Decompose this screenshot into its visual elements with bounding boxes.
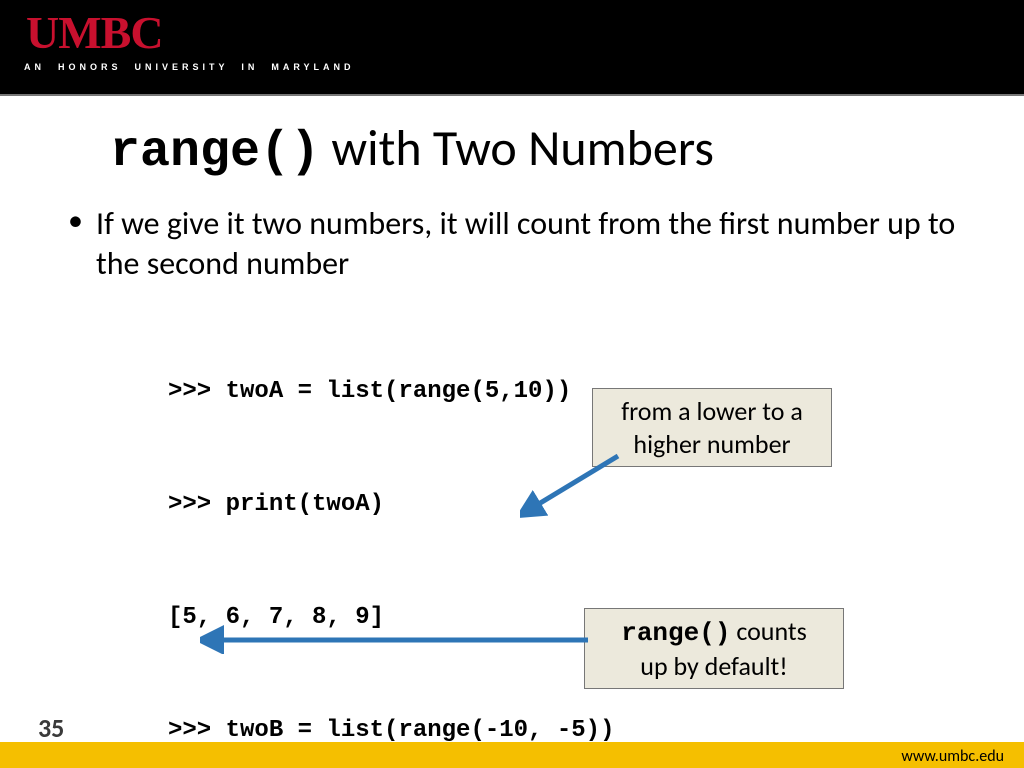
code-line: >>> print(twoA) bbox=[168, 486, 614, 524]
code-line: [5, 6, 7, 8, 9] bbox=[168, 599, 614, 637]
bullet-text: If we give it two numbers, it will count… bbox=[96, 204, 956, 284]
logo-main: UMBC bbox=[26, 6, 163, 59]
slide-title: range() with Two Numbers bbox=[110, 118, 714, 181]
footer-bar bbox=[0, 742, 1024, 768]
callout-lower-higher: from a lower to a higher number bbox=[592, 388, 832, 467]
page-number: 35 bbox=[38, 712, 64, 744]
callout-counts-up: range() counts up by default! bbox=[584, 608, 844, 689]
code-line: >>> twoA = list(range(5,10)) bbox=[168, 373, 614, 411]
logo-tagline: AN HONORS UNIVERSITY IN MARYLAND bbox=[24, 62, 355, 72]
footer-url: www.umbc.edu bbox=[901, 747, 1004, 766]
callout-rest: counts bbox=[730, 615, 806, 647]
callout-text: up by default! bbox=[595, 650, 833, 683]
slide: UMBC AN HONORS UNIVERSITY IN MARYLAND ra… bbox=[0, 0, 1024, 768]
title-code: range() bbox=[110, 124, 320, 181]
callout-text: range() counts bbox=[595, 615, 833, 650]
code-block: >>> twoA = list(range(5,10)) >>> print(t… bbox=[168, 298, 614, 768]
callout-code: range() bbox=[621, 618, 730, 648]
callout-text: from a lower to a bbox=[603, 395, 821, 428]
callout-text: higher number bbox=[603, 428, 821, 461]
title-rest: with Two Numbers bbox=[320, 118, 714, 179]
header-bar: UMBC AN HONORS UNIVERSITY IN MARYLAND bbox=[0, 0, 1024, 96]
